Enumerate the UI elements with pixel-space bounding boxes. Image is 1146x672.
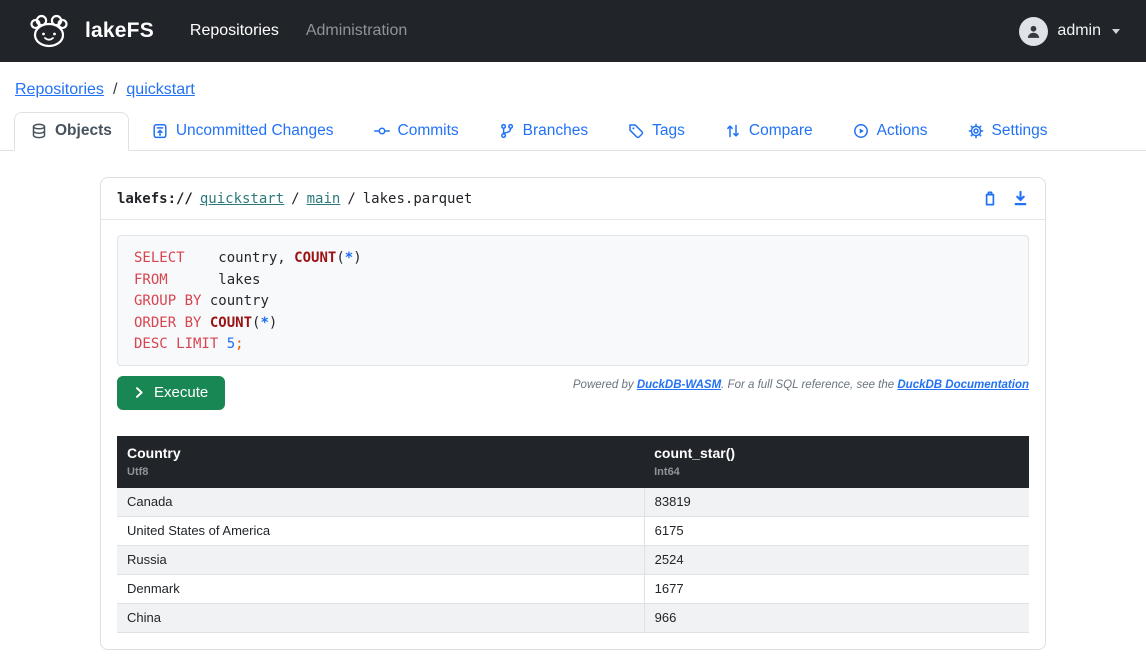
sql-line: FROM lakes [134, 270, 1012, 292]
axolotl-logo-icon [26, 12, 72, 50]
navbar-links: Repositories Administration [190, 22, 407, 40]
breadcrumb-repositories-link[interactable]: Repositories [15, 81, 104, 99]
execute-button[interactable]: Execute [117, 376, 225, 410]
tab-objects[interactable]: Objects [14, 112, 129, 151]
object-card-body: SELECT country, COUNT(*)FROM lakesGROUP … [101, 220, 1045, 649]
sql-line: DESC LIMIT 5; [134, 334, 1012, 356]
path-separator: / [347, 191, 355, 207]
sql-line: ORDER BY COUNT(*) [134, 313, 1012, 335]
query-actions-row: Execute Powered by DuckDB-WASM. For a fu… [117, 376, 1029, 410]
path-file-name: lakes.parquet [363, 191, 473, 207]
table-cell: 6175 [644, 517, 1029, 546]
breadcrumb-separator: / [113, 81, 117, 99]
tab-label: Commits [398, 122, 459, 140]
top-navbar: lakeFS Repositories Administration admin [0, 0, 1146, 62]
table-row: Canada83819 [117, 488, 1029, 517]
sql-line: SELECT country, COUNT(*) [134, 248, 1012, 270]
object-viewer-card: lakefs:// quickstart / main / lakes.parq… [100, 177, 1046, 650]
column-name: count_star() [654, 445, 1019, 461]
gear-icon [968, 123, 984, 139]
table-cell: United States of America [117, 517, 644, 546]
compare-icon [725, 123, 741, 139]
lakefs-brand-link[interactable]: lakeFS [26, 12, 154, 50]
tab-tags[interactable]: Tags [611, 112, 702, 151]
object-actions [982, 190, 1029, 207]
tab-label: Actions [877, 122, 928, 140]
play-circle-icon [853, 123, 869, 139]
brand-label: lakeFS [85, 19, 154, 43]
user-name: admin [1057, 22, 1101, 40]
commit-icon [374, 123, 390, 139]
table-row: United States of America6175 [117, 517, 1029, 546]
table-row: China966 [117, 604, 1029, 633]
column-header-country: Country Utf8 [117, 436, 644, 488]
table-cell: China [117, 604, 644, 633]
table-cell: 966 [644, 604, 1029, 633]
tab-label: Compare [749, 122, 813, 140]
path-repo-link[interactable]: quickstart [200, 191, 284, 207]
tab-actions[interactable]: Actions [836, 112, 945, 151]
column-name: Country [127, 445, 634, 461]
tab-label: Branches [523, 122, 588, 140]
table-row: Russia2524 [117, 546, 1029, 575]
tag-icon [628, 123, 644, 139]
powered-by-text: . For a full SQL reference, see the [721, 379, 897, 391]
nav-item-repositories[interactable]: Repositories [190, 22, 279, 40]
table-cell: Denmark [117, 575, 644, 604]
path-branch-link[interactable]: main [307, 191, 341, 207]
tab-label: Uncommitted Changes [176, 122, 334, 140]
tab-label: Tags [652, 122, 685, 140]
branch-icon [499, 123, 515, 139]
nav-item-administration[interactable]: Administration [306, 22, 407, 40]
download-icon [1012, 190, 1029, 207]
breadcrumb-repo-link[interactable]: quickstart [126, 81, 194, 99]
copy-path-button[interactable] [982, 190, 998, 207]
powered-by-note: Powered by DuckDB-WASM. For a full SQL r… [573, 379, 1029, 391]
column-type: Utf8 [127, 466, 634, 478]
tab-settings[interactable]: Settings [951, 112, 1065, 151]
tab-compare[interactable]: Compare [708, 112, 830, 151]
tab-label: Settings [992, 122, 1048, 140]
avatar [1019, 17, 1048, 46]
powered-by-text: Powered by [573, 379, 637, 391]
duckdb-docs-link[interactable]: DuckDB Documentation [897, 379, 1029, 391]
column-header-count-star: count_star() Int64 [644, 436, 1029, 488]
table-cell: Canada [117, 488, 644, 517]
column-type: Int64 [654, 466, 1019, 478]
table-cell: 1677 [644, 575, 1029, 604]
file-diff-icon [152, 123, 168, 139]
database-icon [31, 123, 47, 139]
repository-tab-bar: Objects Uncommitted Changes Commits [0, 112, 1146, 151]
table-cell: 2524 [644, 546, 1029, 575]
breadcrumb: Repositories / quickstart [0, 62, 1146, 112]
user-menu-toggle[interactable]: admin [1019, 17, 1120, 46]
tab-commits[interactable]: Commits [357, 112, 476, 151]
tab-uncommitted-changes[interactable]: Uncommitted Changes [135, 112, 351, 151]
table-row: Denmark1677 [117, 575, 1029, 604]
results-table-header: Country Utf8 count_star() Int64 [117, 436, 1029, 488]
download-object-button[interactable] [1012, 190, 1029, 207]
path-separator: / [291, 191, 299, 207]
person-icon [1025, 23, 1042, 40]
sql-editor[interactable]: SELECT country, COUNT(*)FROM lakesGROUP … [117, 235, 1029, 366]
caret-down-icon [1112, 29, 1120, 34]
table-cell: Russia [117, 546, 644, 575]
copy-icon [982, 190, 998, 207]
duckdb-wasm-link[interactable]: DuckDB-WASM [637, 379, 721, 391]
table-cell: 83819 [644, 488, 1029, 517]
sql-line: GROUP BY country [134, 291, 1012, 313]
results-table-body: Canada83819United States of America6175R… [117, 488, 1029, 633]
execute-label: Execute [154, 384, 208, 401]
chevron-right-icon [134, 386, 145, 399]
tab-label: Objects [55, 122, 112, 140]
tab-branches[interactable]: Branches [482, 112, 605, 151]
path-scheme: lakefs:// [117, 191, 193, 207]
query-results-table: Country Utf8 count_star() Int64 Canada83… [117, 436, 1029, 633]
object-path-bar: lakefs:// quickstart / main / lakes.parq… [101, 178, 1045, 220]
